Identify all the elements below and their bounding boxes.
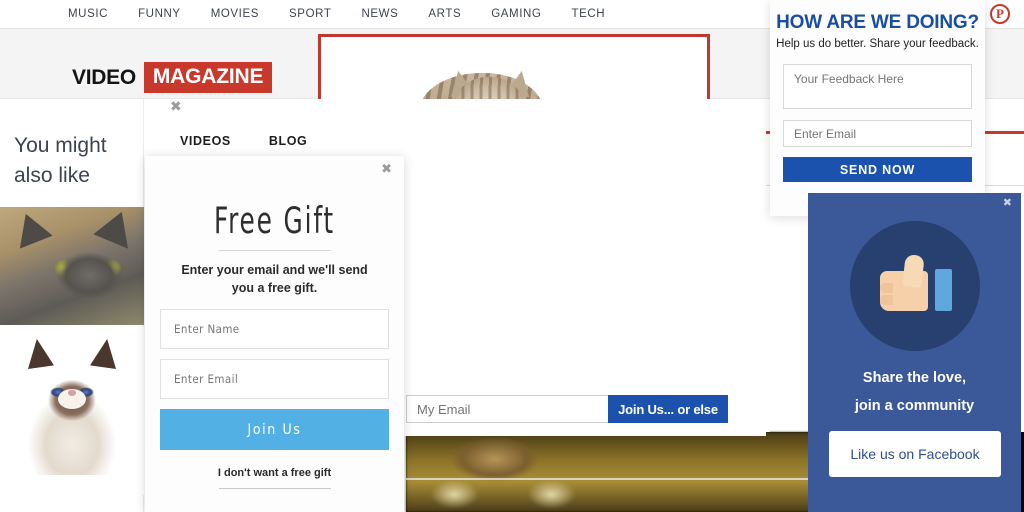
topnav-item-sport[interactable]: SPORT — [289, 8, 331, 20]
thumbs-up-thumb — [902, 254, 924, 288]
facebook-share-popup: ✖ Share the love, join a community Like … — [808, 193, 1021, 512]
related-videos-rail: You might also like — [0, 99, 144, 512]
free-gift-email-input[interactable] — [160, 359, 389, 399]
free-gift-title-divider — [219, 250, 331, 251]
pinterest-icon[interactable]: P — [990, 4, 1010, 24]
facebook-share-line-1: Share the love, — [808, 370, 1021, 386]
thumbs-up-icon — [878, 255, 952, 317]
like-us-on-facebook-button[interactable]: Like us on Facebook — [829, 431, 1001, 477]
topnav-item-gaming[interactable]: GAMING — [491, 8, 541, 20]
facebook-share-line-2: join a community — [808, 398, 1021, 414]
site-logo[interactable]: VIDEO MAGAZINE — [72, 62, 272, 93]
video-frame — [406, 432, 810, 512]
feedback-textarea[interactable] — [783, 64, 972, 109]
free-gift-name-input[interactable] — [160, 309, 389, 349]
topnav-item-news[interactable]: NEWS — [361, 8, 398, 20]
feedback-email-input[interactable] — [783, 120, 972, 147]
free-gift-decline-link[interactable]: I don't want a free gift — [145, 467, 404, 479]
site-logo-word-magazine: MAGAZINE — [144, 62, 272, 93]
site-modal-nav-blog[interactable]: BLOG — [269, 134, 308, 148]
free-gift-modal: ✖ Free Gift Enter your email and we'll s… — [145, 156, 404, 512]
topnav-item-arts[interactable]: ARTS — [428, 8, 461, 20]
thumbs-up-icon-circle — [850, 221, 980, 351]
topnav-item-tech[interactable]: TECH — [571, 8, 605, 20]
feedback-subtitle: Help us do better. Share your feedback. — [770, 38, 985, 50]
grumpy-cat-ear-right — [90, 339, 116, 369]
facebook-share-close-icon[interactable]: ✖ — [1003, 198, 1012, 209]
screenshot-stage: VIDEO MAGAZINE MUSIC FUNNY MOVIES SPORT … — [0, 0, 1024, 512]
send-now-button[interactable]: SEND NOW — [783, 157, 972, 182]
site-logo-word-video: VIDEO — [72, 66, 136, 90]
site-modal-close-icon[interactable]: ✖ — [170, 99, 182, 113]
free-gift-subtitle: Enter your email and we'll send you a fr… — [145, 261, 404, 297]
topnav-item-music[interactable]: MUSIC — [68, 8, 108, 20]
rail-title: You might also like — [14, 131, 138, 191]
free-gift-title: Free Gift — [155, 200, 393, 243]
rail-thumbnail-gray-cat[interactable] — [0, 207, 144, 325]
topnav-item-movies[interactable]: MOVIES — [211, 8, 259, 20]
grumpy-cat-ear-left — [28, 339, 54, 369]
thumbs-up-knuckle-1 — [880, 283, 893, 293]
site-modal-nav-videos[interactable]: VIDEOS — [180, 134, 231, 148]
thumbs-up-knuckle-2 — [880, 295, 893, 305]
free-gift-join-us-button[interactable]: Join Us — [160, 409, 389, 450]
site-modal-email-input[interactable] — [406, 395, 608, 423]
feedback-popup: HOW ARE WE DOING? Help us do better. Sha… — [770, 0, 985, 216]
join-us-or-else-button[interactable]: Join Us... or else — [608, 395, 728, 423]
site-modal-navigation: VIDEOS BLOG — [180, 134, 307, 148]
video-progress-bar[interactable] — [406, 478, 810, 480]
free-gift-decline-divider — [219, 488, 331, 489]
free-gift-close-icon[interactable]: ✖ — [381, 162, 392, 175]
grumpy-cat-image — [22, 337, 122, 475]
grumpy-cat-nose — [68, 390, 76, 396]
rail-thumbnail-grumpy-cat[interactable] — [0, 327, 144, 495]
site-modal-signup-form: Join Us... or else — [406, 395, 728, 423]
thumbs-up-sleeve — [935, 269, 952, 311]
feedback-title: HOW ARE WE DOING? — [770, 12, 985, 34]
topnav-item-funny[interactable]: FUNNY — [138, 8, 181, 20]
